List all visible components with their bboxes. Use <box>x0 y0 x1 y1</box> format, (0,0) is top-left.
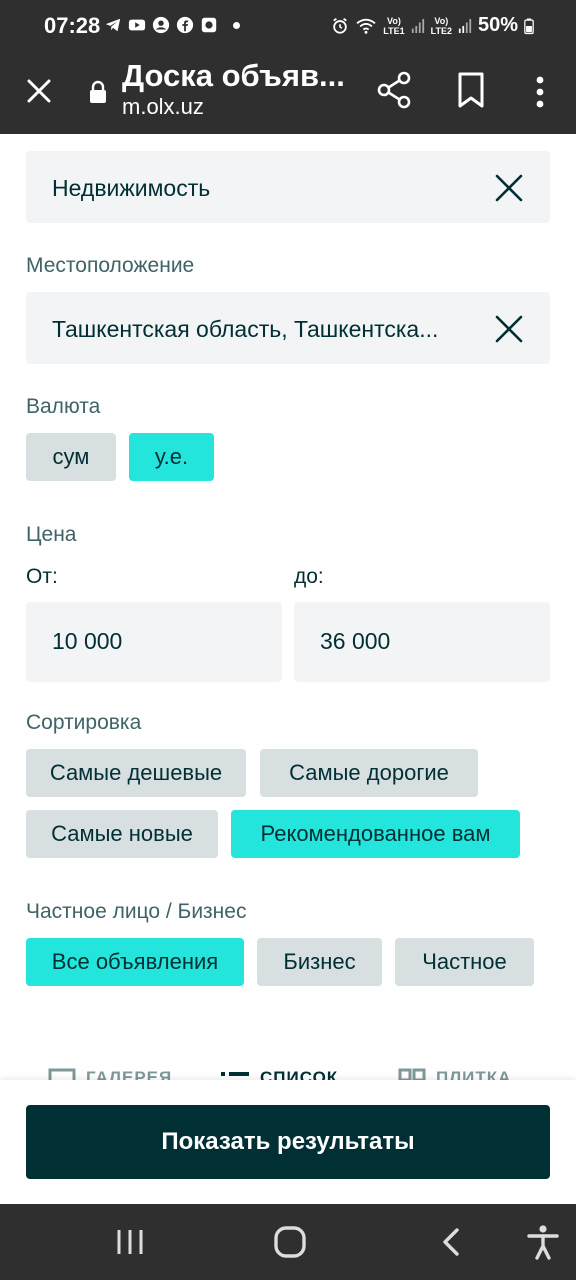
location-label: Местоположение <box>26 254 195 277</box>
price-to-label: до: <box>294 565 324 588</box>
more-options-icon[interactable] <box>530 72 550 112</box>
sort-option-cheapest[interactable]: Самые дешевые <box>26 749 246 797</box>
signal-icon-sim1 <box>411 18 424 33</box>
seller-option-private[interactable]: Частное <box>395 938 534 986</box>
location-field[interactable]: Ташкентская область, Ташкентска... <box>26 292 550 364</box>
price-from-label: От: <box>26 565 58 588</box>
sort-option-most-expensive[interactable]: Самые дорогие <box>260 749 478 797</box>
sim1-indicator: Vo) LTE1 <box>383 15 405 36</box>
notification-icons <box>104 16 218 34</box>
battery-percent: 50% <box>477 14 518 36</box>
sort-label: Сортировка <box>26 711 142 734</box>
view-mode-list-label: СПИСОК <box>260 1068 339 1080</box>
lock-icon <box>90 80 106 103</box>
youtube-icon <box>128 19 146 31</box>
wifi-icon <box>356 18 376 34</box>
browser-toolbar: Доска объяв... m.olx.uz <box>0 52 576 134</box>
category-field[interactable]: Недвижимость <box>26 151 550 223</box>
currency-option-ue[interactable]: у.е. <box>129 433 214 481</box>
view-mode-gallery[interactable]: ГАЛЕРЕЯ <box>48 1068 172 1080</box>
system-navigation-bar <box>0 1204 576 1280</box>
view-mode-tile-label: ПЛИТКА <box>436 1068 512 1080</box>
gallery-icon <box>48 1068 76 1080</box>
category-value: Недвижимость <box>52 175 211 201</box>
clear-location-icon[interactable] <box>494 314 524 344</box>
page-url: m.olx.uz <box>122 94 204 119</box>
accessibility-icon[interactable] <box>526 1224 560 1260</box>
battery-icon <box>524 18 534 34</box>
grid-icon <box>398 1068 426 1080</box>
system-icons: Vo) LTE1 Vo) LTE2 50% <box>331 14 534 37</box>
seller-option-business[interactable]: Бизнес <box>257 938 382 986</box>
view-mode-row: ГАЛЕРЕЯ СПИСОК ПЛИТКА <box>0 1068 576 1080</box>
account-icon <box>152 16 170 34</box>
action-area: Показать результаты <box>0 1080 576 1204</box>
seller-option-all[interactable]: Все объявления <box>26 938 244 986</box>
telegram-icon <box>105 18 121 32</box>
close-icon[interactable] <box>22 74 56 108</box>
facebook-icon <box>176 16 194 34</box>
app-notification-icon <box>201 17 217 33</box>
more-notifications-dot <box>233 22 240 29</box>
view-mode-tile[interactable]: ПЛИТКА <box>398 1068 511 1080</box>
show-results-button[interactable]: Показать результаты <box>26 1105 550 1179</box>
price-label: Цена <box>26 523 77 546</box>
view-mode-gallery-label: ГАЛЕРЕЯ <box>86 1068 173 1080</box>
alarm-icon <box>333 17 348 34</box>
currency-option-sum[interactable]: сум <box>26 433 116 481</box>
price-from-value: 10 000 <box>52 628 123 654</box>
status-time: 07:28 <box>44 13 101 38</box>
price-to-value: 36 000 <box>320 628 391 654</box>
currency-label: Валюта <box>26 395 101 418</box>
sim2-indicator: Vo) LTE2 <box>430 15 452 36</box>
bookmark-icon[interactable] <box>454 70 488 110</box>
share-icon[interactable] <box>374 70 414 110</box>
home-icon[interactable] <box>272 1224 308 1260</box>
seller-type-label: Частное лицо / Бизнес <box>26 900 247 923</box>
sort-option-newest[interactable]: Самые новые <box>26 810 218 858</box>
status-bar: 07:28 Vo) LTE1 Vo) LTE2 50% <box>0 0 576 52</box>
page-title: Доска объяв... <box>122 58 345 93</box>
phone-screen: 07:28 Vo) LTE1 Vo) LTE2 50% Доска объяв...… <box>0 0 576 1280</box>
sort-option-recommended[interactable]: Рекомендованное вам <box>231 810 520 858</box>
price-from-input[interactable]: 10 000 <box>26 602 282 682</box>
clear-category-icon[interactable] <box>494 173 524 203</box>
signal-icon-sim2 <box>458 18 472 33</box>
price-to-input[interactable]: 36 000 <box>294 602 550 682</box>
location-value: Ташкентская область, Ташкентска... <box>52 316 439 342</box>
list-icon <box>221 1072 249 1076</box>
recent-apps-icon[interactable] <box>114 1226 146 1258</box>
filter-panel: Недвижимость Местоположение Ташкентская … <box>0 134 576 1080</box>
back-icon[interactable] <box>436 1226 468 1258</box>
view-mode-list[interactable]: СПИСОК <box>220 1068 338 1080</box>
